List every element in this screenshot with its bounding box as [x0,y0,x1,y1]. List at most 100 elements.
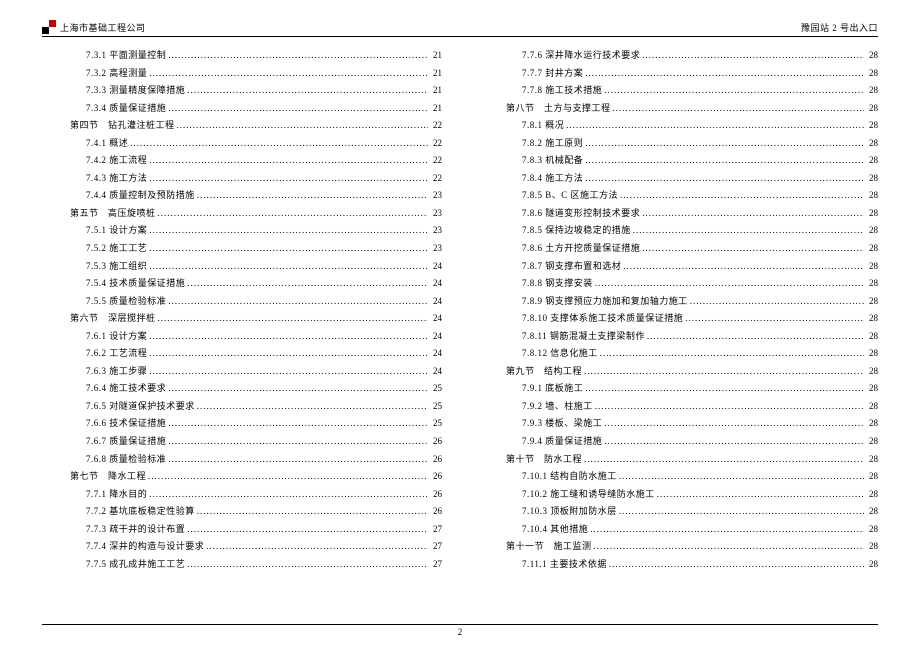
toc-leader-dots [168,451,428,469]
toc-entry-page: 23 [428,240,442,258]
toc-leader-dots [197,398,428,416]
toc-entry-page: 23 [428,222,442,240]
toc-entry-label: 7.6.8 质量检验标准 [42,451,168,469]
toc-leader-dots [187,82,428,100]
toc-entry: 7.7.6 深井降水运行技术要求28 [478,47,878,65]
toc-entry-label: 7.4.2 施工流程 [42,152,149,170]
header-left: 上海市基础工程公司 [42,20,146,34]
toc-entry-page: 28 [864,205,878,223]
toc-entry: 7.9.4 质量保证措施28 [478,433,878,451]
toc-entry: 7.10.4 其他措施28 [478,521,878,539]
toc-entry-label: 7.3.4 质量保证措施 [42,100,168,118]
toc-entry-page: 28 [864,345,878,363]
toc-entry: 7.5.4 技术质量保证措施24 [42,275,442,293]
page-header: 上海市基础工程公司 豫园站 2 号出入口 [42,20,878,37]
toc-leader-dots [609,556,864,574]
toc-entry-label: 7.7.5 成孔成井施工工艺 [42,556,187,574]
toc-entry-page: 28 [864,258,878,276]
toc-entry-label: 7.10.1 结构自防水施工 [478,468,619,486]
toc-leader-dots [168,293,428,311]
toc-entry: 7.9.3 楼板、梁施工28 [478,415,878,433]
toc-entry-label: 第十一节 施工监测 [478,538,594,556]
toc-entry: 7.7.2 基坑底板稳定性验算26 [42,503,442,521]
toc-entry-page: 26 [428,486,442,504]
toc-entry-page: 24 [428,328,442,346]
toc-entry-page: 28 [864,538,878,556]
toc-leader-dots [168,100,428,118]
toc-entry-page: 28 [864,293,878,311]
toc-entry: 7.8.8 钢支撑安装28 [478,275,878,293]
toc-entry-page: 21 [428,47,442,65]
toc-entry-page: 28 [864,135,878,153]
toc-entry: 7.3.4 质量保证措施 21 [42,100,442,118]
toc-leader-dots [187,521,428,539]
toc-leader-dots [168,47,428,65]
toc-leader-dots [585,170,864,188]
toc-entry: 7.4.2 施工流程 22 [42,152,442,170]
toc-entry-label: 7.4.4 质量控制及预防措施 [42,187,197,205]
toc-entry-page: 21 [428,100,442,118]
toc-leader-dots [197,187,428,205]
toc-entry-label: 7.8.12 信息化施工 [478,345,600,363]
toc-leader-dots [647,328,864,346]
toc-entry: 7.8.12 信息化施工 28 [478,345,878,363]
toc-entry-page: 26 [428,433,442,451]
toc-leader-dots [197,503,428,521]
toc-entry: 7.7.1 降水目的26 [42,486,442,504]
toc-entry-label: 7.5.4 技术质量保证措施 [42,275,187,293]
toc-entry: 7.8.10 支撑体系施工技术质量保证措施28 [478,310,878,328]
toc-entry: 7.6.7 质量保证措施 26 [42,433,442,451]
toc-entry: 第四节 钻孔灌注桩工程22 [42,117,442,135]
toc-entry-page: 28 [864,222,878,240]
toc-entry-label: 7.7.7 封井方案 [478,65,585,83]
toc-entry: 7.3.3 测量精度保障措施21 [42,82,442,100]
toc-leader-dots [620,187,864,205]
toc-leader-dots [642,47,864,65]
toc-entry: 7.8.1 概况28 [478,117,878,135]
toc-entry: 7.7.3 疏干井的设计布置27 [42,521,442,539]
page-number: 2 [458,627,463,637]
toc-entry-label: 第八节 土方与支撑工程 [478,100,613,118]
toc-entry-label: 7.4.1 概述 [42,135,130,153]
toc-entry-page: 26 [428,503,442,521]
toc-entry-page: 27 [428,521,442,539]
toc-entry-page: 22 [428,152,442,170]
toc-entry-page: 28 [864,415,878,433]
toc-entry-label: 7.4.3 施工方法 [42,170,149,188]
toc-leader-dots [149,486,428,504]
toc-entry-page: 28 [864,187,878,205]
toc-entry-page: 28 [864,328,878,346]
toc-entry: 7.8.11 钢筋混凝土支撑梁制作28 [478,328,878,346]
page-footer: 2 [42,624,878,637]
toc-entry: 7.5.1 设计方案23 [42,222,442,240]
toc-leader-dots [149,345,428,363]
toc-leader-dots [130,135,428,153]
toc-leader-dots [158,310,428,328]
toc-leader-dots [168,415,428,433]
toc-entry: 7.3.2 高程测量21 [42,65,442,83]
toc-entry: 7.6.3 施工步骤24 [42,363,442,381]
toc-entry: 第六节 深层搅拌桩24 [42,310,442,328]
toc-entry-label: 7.7.6 深井降水运行技术要求 [478,47,642,65]
toc-leader-dots [149,240,428,258]
toc-entry-label: 第五节 高压旋喷桩 [42,205,158,223]
toc-entry: 7.6.4 施工技术要求25 [42,380,442,398]
toc-entry-page: 24 [428,345,442,363]
toc-entry-label: 7.10.3 顶板附加防水层 [478,503,619,521]
company-name: 上海市基础工程公司 [60,21,146,34]
toc-entry-label: 7.8.8 钢支撑安装 [478,275,595,293]
toc-entry: 7.6.5 对隧道保护技术要求25 [42,398,442,416]
toc-leader-dots [623,258,864,276]
toc-leader-dots [206,538,428,556]
toc-entry-label: 7.8.4 施工方法 [478,170,585,188]
toc-entry-label: 7.8.6 土方开挖质量保证措施 [478,240,642,258]
toc-entry-label: 7.11.1 主要技术依据 [478,556,609,574]
toc-entry-label: 第十节 防水工程 [478,451,584,469]
toc-entry-label: 7.8.1 概况 [478,117,566,135]
toc-entry-label: 7.7.8 施工技术措施 [478,82,604,100]
toc-leader-dots [158,205,428,223]
toc-entry-label: 7.3.1 平面测量控制 [42,47,168,65]
toc-entry-page: 28 [864,451,878,469]
toc-entry: 第十节 防水工程 28 [478,451,878,469]
toc-entry-label: 7.6.7 质量保证措施 [42,433,168,451]
